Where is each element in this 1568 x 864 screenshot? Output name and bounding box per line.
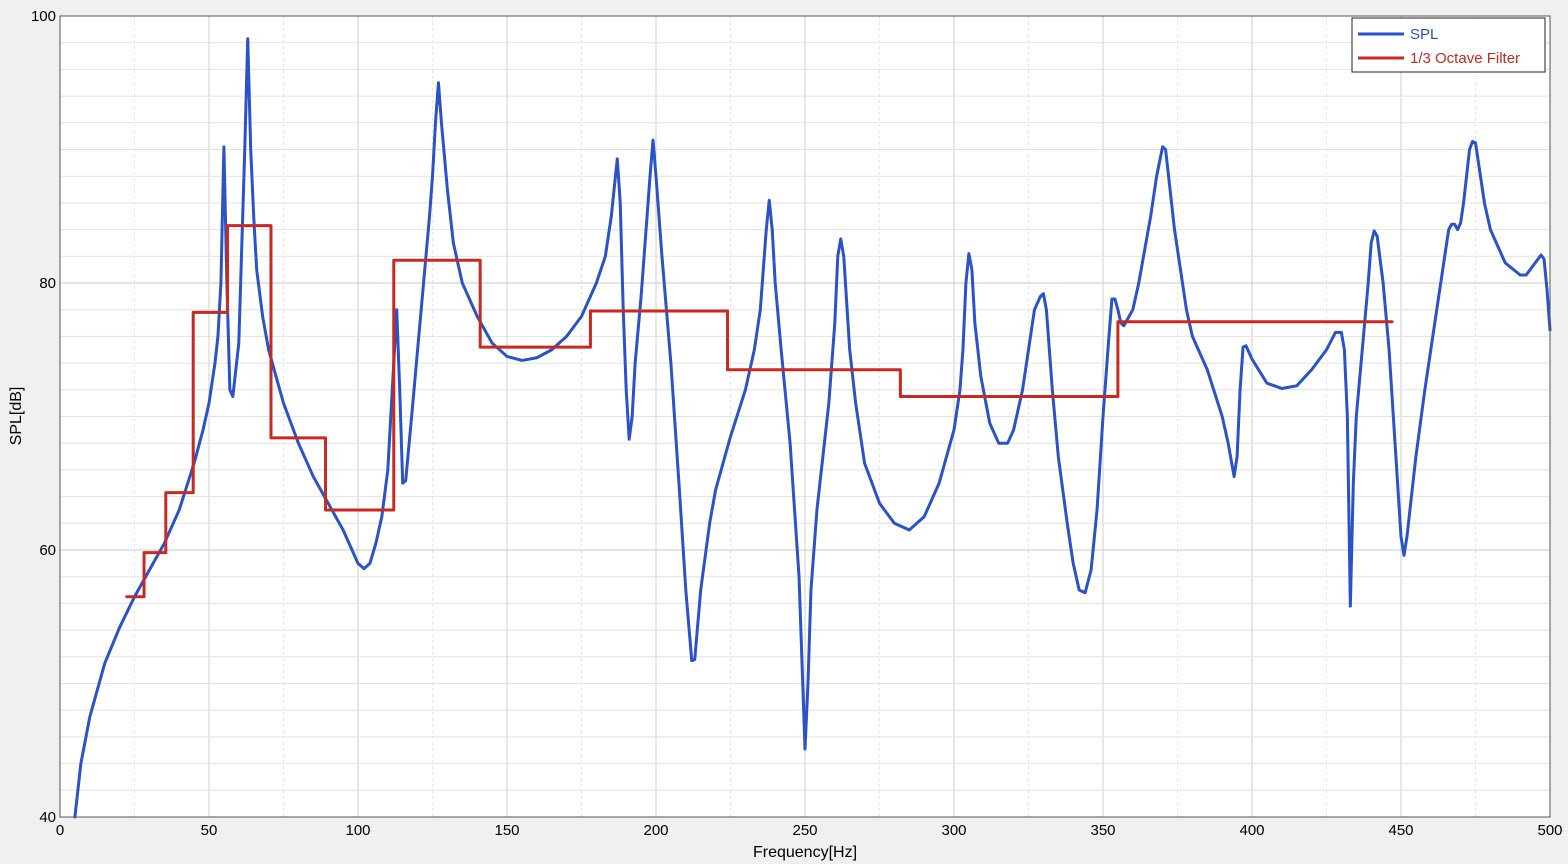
x-tick-label: 150: [494, 822, 519, 839]
x-axis-title: Frequency[Hz]: [753, 844, 857, 861]
x-tick-label: 450: [1388, 822, 1413, 839]
y-tick-label: 100: [31, 8, 56, 25]
x-tick-label: 500: [1537, 822, 1562, 839]
legend[interactable]: SPL 1/3 Octave Filter: [1351, 17, 1546, 73]
y-tick-label: 80: [39, 275, 56, 292]
grid-lines: [59, 15, 1551, 818]
y-axis-title: SPL[dB]: [8, 387, 25, 446]
x-tick-label: 0: [56, 822, 64, 839]
x-tick-label: 300: [941, 822, 966, 839]
x-tick-label: 250: [792, 822, 817, 839]
x-tick-label: 50: [201, 822, 218, 839]
y-tick-label: 40: [39, 809, 56, 826]
legend-label-filter: 1/3 Octave Filter: [1410, 50, 1520, 67]
y-tick-label: 60: [39, 542, 56, 559]
spl-frequency-chart: 0 50 100 150 200 250 300 350 400 450 500406080100 …: [0, 0, 1568, 864]
legend-label-spl: SPL: [1410, 26, 1438, 43]
x-tick-label: 100: [345, 822, 370, 839]
x-tick-label: 350: [1090, 822, 1115, 839]
x-tick-label: 400: [1239, 822, 1264, 839]
x-tick-label: 200: [643, 822, 668, 839]
